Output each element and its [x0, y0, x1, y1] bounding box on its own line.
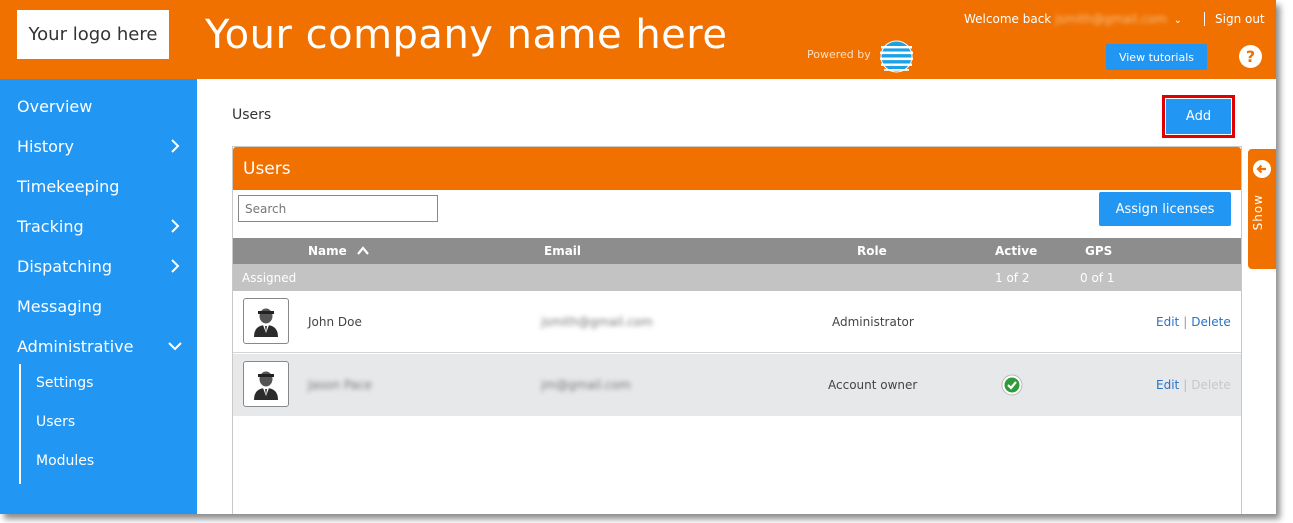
- sidebar-item-tracking[interactable]: Tracking: [0, 206, 197, 246]
- sidebar-item-label: Overview: [17, 96, 93, 116]
- welcome-prefix: Welcome back: [964, 12, 1052, 26]
- avatar[interactable]: [243, 298, 289, 344]
- user-name: Jason Pace: [308, 378, 372, 392]
- user-email: jm@gmail.com: [541, 378, 631, 392]
- users-panel: Users Assign licenses Name Email Role Ac…: [232, 146, 1242, 514]
- chevron-down-icon: [168, 342, 182, 351]
- sidebar-item-timekeeping[interactable]: Timekeeping: [0, 166, 197, 206]
- sidebar-item-label: History: [17, 136, 74, 156]
- sidebar-subitem-modules[interactable]: Modules: [36, 453, 94, 469]
- att-globe-icon: [880, 40, 913, 73]
- table-row[interactable]: John Doe jsmith@gmail.com Administrator …: [233, 291, 1241, 353]
- assigned-label: Assigned: [242, 270, 297, 285]
- view-tutorials-button[interactable]: View tutorials: [1106, 44, 1207, 70]
- sidebar-item-history[interactable]: History: [0, 126, 197, 166]
- show-label: Show: [1251, 194, 1265, 231]
- sidebar-item-dispatching[interactable]: Dispatching: [0, 246, 197, 286]
- column-header-name[interactable]: Name: [308, 238, 369, 264]
- panel-title: Users: [233, 147, 1241, 190]
- sidebar-subitem-users[interactable]: Users: [36, 414, 75, 430]
- column-header-gps[interactable]: GPS: [1085, 238, 1112, 264]
- assigned-active-count: 1 of 2: [995, 270, 1030, 285]
- sidebar: Overview History Timekeeping Tracking Di…: [0, 79, 197, 514]
- chevron-down-icon: ⌄: [1173, 15, 1182, 26]
- sidebar-item-label: Messaging: [17, 296, 103, 316]
- user-avatar-icon: [254, 371, 278, 400]
- welcome-user: jsmith@gmail.com: [1055, 12, 1167, 26]
- add-button[interactable]: Add: [1166, 99, 1231, 134]
- help-icon[interactable]: ?: [1239, 45, 1262, 68]
- logo: Your logo here: [17, 10, 169, 59]
- assigned-gps-count: 0 of 1: [1080, 270, 1115, 285]
- sidebar-item-label: Timekeeping: [17, 176, 120, 196]
- active-status: [1001, 354, 1023, 416]
- chevron-right-icon: [171, 259, 180, 273]
- avatar[interactable]: [243, 361, 289, 407]
- powered-by-label: Powered by: [807, 48, 871, 61]
- action-separator: |: [1183, 314, 1188, 329]
- top-bar: Your logo here Your company name here Po…: [0, 0, 1276, 79]
- row-actions: Edit | Delete: [1156, 291, 1231, 352]
- table-header: Name Email Role Active GPS: [233, 238, 1241, 264]
- sidebar-item-overview[interactable]: Overview: [0, 86, 197, 126]
- company-name: Your company name here: [205, 12, 728, 58]
- column-header-email[interactable]: Email: [544, 238, 581, 264]
- header-divider: [1204, 12, 1205, 26]
- sidebar-item-label: Administrative: [17, 336, 134, 356]
- chevron-right-icon: [171, 139, 180, 153]
- user-avatar-icon: [254, 308, 278, 337]
- check-circle-icon: [1001, 374, 1023, 396]
- row-actions: Edit | Delete: [1156, 354, 1231, 416]
- breadcrumb: Users: [232, 107, 272, 123]
- sign-out-link[interactable]: Sign out: [1215, 12, 1265, 26]
- edit-link[interactable]: Edit: [1156, 378, 1179, 392]
- column-name-label: Name: [308, 244, 347, 258]
- table-row[interactable]: Jason Pace jm@gmail.com Account owner Ed…: [233, 354, 1241, 416]
- app-window: Your logo here Your company name here Po…: [0, 0, 1276, 514]
- user-name: John Doe: [308, 314, 362, 329]
- sort-up-icon: [356, 246, 369, 255]
- sidebar-item-administrative[interactable]: Administrative: [0, 326, 197, 366]
- sidebar-item-label: Dispatching: [17, 256, 113, 276]
- user-role: Administrator: [832, 314, 914, 329]
- assigned-row: Assigned 1 of 2 0 of 1: [233, 264, 1241, 291]
- search-input[interactable]: [238, 195, 438, 222]
- edit-link[interactable]: Edit: [1156, 315, 1179, 329]
- arrow-left-circle-icon: [1253, 160, 1271, 178]
- assign-licenses-button[interactable]: Assign licenses: [1099, 192, 1231, 226]
- column-header-active[interactable]: Active: [995, 238, 1037, 264]
- show-panel-tab[interactable]: Show: [1248, 149, 1276, 269]
- delete-link-disabled: Delete: [1191, 378, 1231, 392]
- sidebar-item-messaging[interactable]: Messaging: [0, 286, 197, 326]
- user-role: Account owner: [828, 378, 918, 392]
- sidebar-item-label: Tracking: [17, 216, 84, 236]
- column-header-role[interactable]: Role: [857, 238, 887, 264]
- submenu-line: [19, 364, 21, 484]
- sidebar-subitem-settings[interactable]: Settings: [36, 375, 93, 391]
- delete-link[interactable]: Delete: [1191, 315, 1230, 329]
- chevron-right-icon: [171, 219, 180, 233]
- welcome-menu[interactable]: Welcome back jsmith@gmail.com ⌄: [964, 12, 1182, 26]
- action-separator: |: [1183, 378, 1188, 392]
- user-email: jsmith@gmail.com: [541, 314, 653, 329]
